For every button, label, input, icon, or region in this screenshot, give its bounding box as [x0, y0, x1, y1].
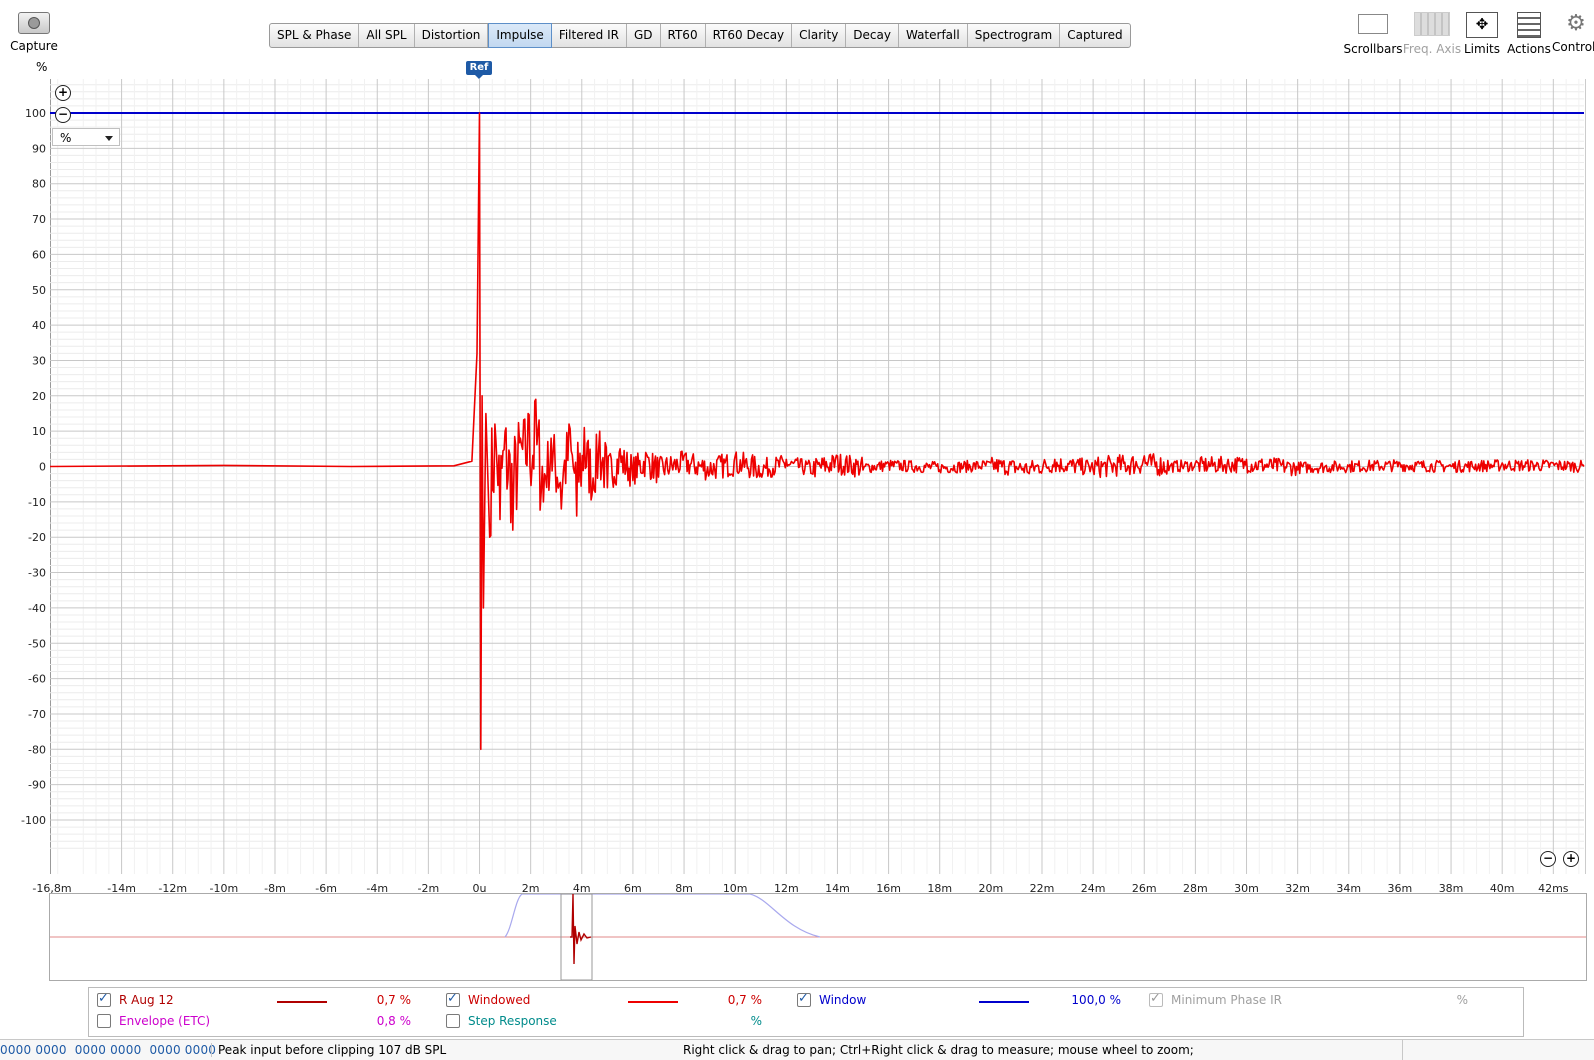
y-tick-label: 80 [32, 178, 46, 191]
legend-value-windowed: 0,7 % [727, 993, 762, 1007]
y-tick-label: -10 [28, 496, 46, 509]
unit-dropdown[interactable]: % [52, 128, 120, 146]
y-tick-label: -90 [28, 779, 46, 792]
legend-value-window: 100,0 % [1071, 993, 1121, 1007]
y-tick-label: -30 [28, 567, 46, 580]
legend-label-window: Window [819, 993, 867, 1007]
reference-marker[interactable]: Ref [466, 61, 492, 79]
y-tick-label: 0 [39, 461, 46, 474]
legend-value-minimum-phase-ir: % [1456, 993, 1468, 1007]
y-tick-label: 90 [32, 142, 46, 155]
y-tick-label: 70 [32, 213, 46, 226]
y-tick-label: 30 [32, 354, 46, 367]
legend-checkbox-r-aug-12[interactable] [97, 991, 111, 1007]
status-hint: Right click & drag to pan; Ctrl+Right cl… [683, 1043, 1194, 1057]
y-tick-label: 20 [32, 390, 46, 403]
vertical-zoom-out-button[interactable]: − [55, 107, 71, 123]
legend-checkbox-minimum-phase-ir[interactable] [1149, 991, 1163, 1007]
overview-window-curve [504, 893, 821, 938]
y-tick-label: -80 [28, 743, 46, 756]
legend-swatch-r-aug-12 [277, 1001, 327, 1003]
chevron-down-icon [105, 136, 113, 145]
y-tick-label: 50 [32, 284, 46, 297]
status-bar: 0000 0000 0000 0000 0000 0000 Peak input… [0, 1039, 1594, 1060]
overview-impulse-trace [570, 893, 592, 965]
y-tick-label: 100 [25, 107, 46, 120]
status-separator [1402, 1040, 1403, 1060]
legend-label-windowed: Windowed [468, 993, 531, 1007]
y-tick-label: -100 [21, 814, 46, 827]
legend-label-envelope-etc: Envelope (ETC) [119, 1014, 211, 1028]
legend-swatch-window [979, 1001, 1029, 1003]
y-tick-label: 10 [32, 425, 46, 438]
legend-item-window: Window [797, 991, 867, 1007]
vertical-zoom-in-button[interactable]: + [55, 85, 71, 101]
legend-item-minimum-phase-ir: Minimum Phase IR [1149, 991, 1282, 1007]
legend-label-step-response: Step Response [468, 1014, 557, 1028]
legend-checkbox-windowed[interactable] [446, 991, 460, 1007]
status-codes: 0000 0000 0000 0000 0000 0000 [0, 1043, 217, 1057]
y-tick-label: 60 [32, 248, 46, 261]
horizontal-zoom-in-button[interactable]: + [1563, 851, 1579, 867]
overview-chart [50, 893, 1586, 981]
unit-dropdown-value: % [60, 131, 72, 145]
legend-value-step-response: % [750, 1014, 762, 1028]
impulse-chart: 1009080706050403020100-10-20-30-40-50-60… [21, 79, 1585, 895]
y-tick-label: -40 [28, 602, 46, 615]
legend-item-step-response: Step Response [446, 1014, 557, 1028]
legend-swatch-windowed [628, 1001, 678, 1003]
y-tick-label: -70 [28, 708, 46, 721]
legend-checkbox-envelope-etc[interactable] [97, 1014, 111, 1028]
legend-value-envelope-etc: 0,8 % [376, 1014, 411, 1028]
legend-checkbox-window[interactable] [797, 991, 811, 1007]
legend-item-r-aug-12: R Aug 12 [97, 991, 174, 1007]
horizontal-zoom-out-button[interactable]: − [1540, 851, 1556, 867]
legend-label-r-aug-12: R Aug 12 [119, 993, 174, 1007]
legend-item-windowed: Windowed [446, 991, 531, 1007]
overview-strip[interactable] [49, 893, 1587, 981]
legend-item-envelope-etc: Envelope (ETC) [97, 1014, 210, 1028]
y-tick-label: -50 [28, 637, 46, 650]
legend-checkbox-step-response[interactable] [446, 1014, 460, 1028]
y-tick-label: 40 [32, 319, 46, 332]
y-tick-label: -20 [28, 531, 46, 544]
status-peak-input: Peak input before clipping 107 dB SPL [211, 1043, 446, 1057]
legend-value-r-aug-12: 0,7 % [376, 993, 411, 1007]
y-tick-label: -60 [28, 673, 46, 686]
legend-panel: R Aug 12 0,7 % Windowed 0,7 % Window 100… [88, 987, 1524, 1037]
legend-label-minimum-phase-ir: Minimum Phase IR [1171, 993, 1282, 1007]
